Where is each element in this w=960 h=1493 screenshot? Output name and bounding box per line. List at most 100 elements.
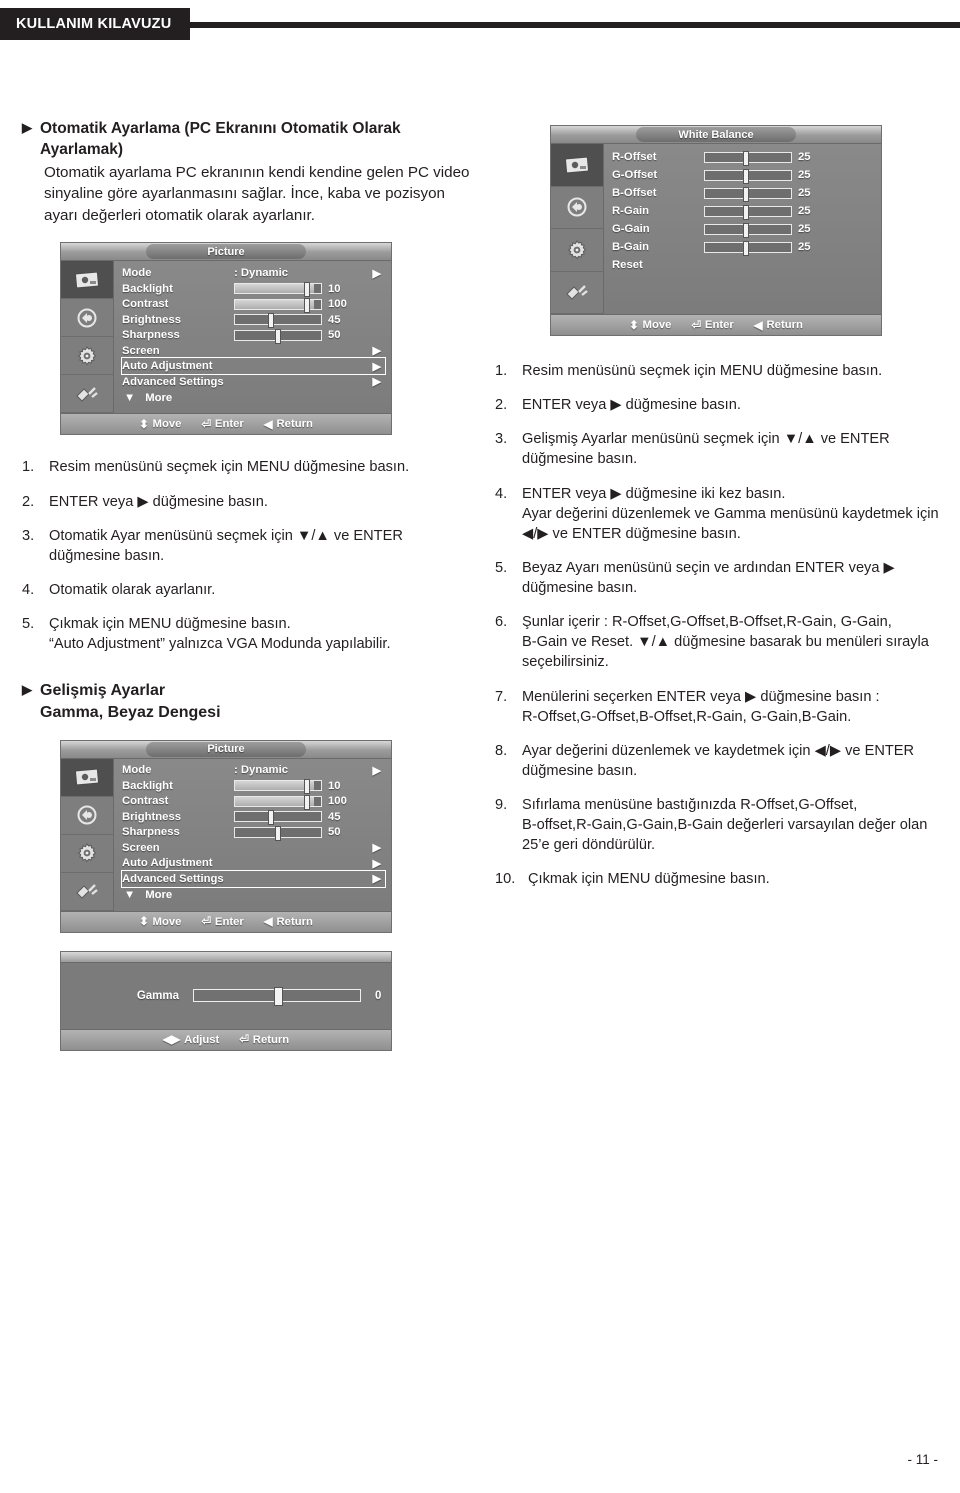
step-number: 1.	[495, 363, 508, 379]
footer-enter: ⏎ Enter	[201, 418, 244, 431]
osd-row-label: Screen	[122, 344, 160, 357]
osd-slider[interactable]	[234, 328, 322, 344]
white-balance-menu: White Balance R-Offset 25 G-Offset 25 B-…	[550, 125, 882, 336]
osd-row-contrast[interactable]: Contrast 100	[122, 296, 385, 313]
sidebar-item-input[interactable]	[61, 375, 113, 414]
step-number: 10.	[495, 871, 516, 888]
osd-more-row[interactable]: ▼ More	[122, 389, 385, 406]
list-item: 2. ENTER veya ▶ düğmesine basın.	[22, 492, 472, 512]
osd-row-brightness[interactable]: Brightness 45	[122, 809, 385, 826]
sidebar-item-picture[interactable]	[61, 758, 113, 797]
sidebar-item-setup[interactable]	[551, 229, 603, 272]
osd-row-b-offset[interactable]: B-Offset 25	[612, 184, 875, 202]
osd-row-screen[interactable]: Screen ▶	[122, 840, 385, 856]
osd-row-number: 25	[798, 205, 811, 217]
osd-row-sharpness[interactable]: Sharpness 50	[122, 825, 385, 841]
input-plug-icon	[76, 387, 98, 402]
sidebar-item-picture[interactable]	[551, 144, 603, 187]
osd-row-number: 25	[798, 223, 811, 235]
advanced-settings-subtitle: Gamma, Beyaz Dengesi	[40, 703, 221, 721]
osd-row-backlight[interactable]: Backlight 10	[122, 281, 385, 298]
sidebar-item-input[interactable]	[61, 873, 113, 911]
osd-row-sharpness[interactable]: Sharpness 50	[122, 327, 385, 344]
osd-slider[interactable]	[234, 825, 322, 841]
manual-title-tab: KULLANIM KILAVUZU	[0, 8, 190, 40]
osd-row-r-offset[interactable]: R-Offset 25	[612, 148, 875, 166]
chevron-right-icon: ▶	[372, 764, 381, 777]
osd-slider[interactable]	[704, 150, 792, 166]
osd-row-mode[interactable]: Mode : Dynamic ▶	[122, 763, 385, 779]
chevron-right-icon: ▶	[372, 857, 381, 870]
gamma-slider[interactable]	[193, 987, 361, 1007]
osd-slider[interactable]	[704, 168, 792, 184]
sound-icon	[77, 805, 97, 825]
chevron-right-icon: ▶	[372, 267, 381, 280]
sidebar-item-picture[interactable]	[61, 261, 113, 300]
osd-row-label: B-Gain	[612, 241, 650, 253]
footer-move: ⬍ Move	[139, 418, 182, 431]
step-number: 4.	[22, 581, 35, 598]
osd-slider[interactable]	[704, 240, 792, 256]
step-number: 3.	[495, 431, 508, 448]
step-text: ENTER veya ▶ düğmesine iki kez basın.	[522, 485, 786, 502]
osd-row-number: 100	[328, 298, 347, 311]
osd-row-number: 50	[328, 826, 341, 839]
osd-row-mode[interactable]: Mode : Dynamic ▶	[122, 265, 385, 281]
step-subtext: “Auto Adjustment” yalnızca VGA Modunda y…	[49, 636, 391, 653]
osd-row-label: Reset	[612, 259, 643, 271]
osd-row-auto-adjustment[interactable]: Auto Adjustment ▶	[122, 856, 385, 872]
osd-row-g-gain[interactable]: G-Gain 25	[612, 220, 875, 238]
footer-return: ◀ Return	[263, 915, 313, 929]
osd-row-brightness[interactable]: Brightness 45	[122, 312, 385, 329]
updown-icon: ⬍	[139, 916, 149, 929]
osd-row-g-offset[interactable]: G-Offset 25	[612, 166, 875, 184]
picture-icon	[75, 768, 99, 786]
gamma-value: 0	[375, 989, 382, 1002]
sidebar-item-setup[interactable]	[61, 835, 113, 873]
list-item: 3. Otomatik Ayar menüsünü seçmek için ▼/…	[22, 526, 472, 566]
osd-row-b-gain[interactable]: B-Gain 25	[612, 238, 875, 256]
osd-slider[interactable]	[234, 297, 322, 313]
step-text: Menülerini seçerken ENTER veya ▶ düğmesi…	[522, 688, 880, 705]
osd-slider[interactable]	[234, 779, 322, 795]
osd-more-row[interactable]: ▼ More	[122, 887, 385, 904]
sidebar-item-setup[interactable]	[61, 337, 113, 376]
osd-slider[interactable]	[234, 313, 322, 329]
step-number: 9.	[495, 797, 508, 813]
step-number: 5.	[495, 559, 508, 576]
step-text: Otomatik Ayar menüsünü seçmek için ▼/▲ v…	[49, 527, 403, 544]
osd-row-number: 10	[328, 779, 341, 792]
osd-slider[interactable]	[234, 794, 322, 810]
osd-slider[interactable]	[234, 282, 322, 298]
osd-slider[interactable]	[234, 810, 322, 826]
osd-row-advanced-settings[interactable]: Advanced Settings ▶	[121, 870, 386, 888]
osd-row-r-gain[interactable]: R-Gain 25	[612, 202, 875, 220]
sidebar-item-sound[interactable]	[551, 187, 603, 229]
sidebar-item-sound[interactable]	[61, 797, 113, 835]
footer-enter: ⏎ Enter	[691, 319, 734, 332]
osd-row-auto-adjustment[interactable]: Auto Adjustment ▶	[121, 357, 386, 375]
osd-row-contrast[interactable]: Contrast 100	[122, 794, 385, 810]
osd-slider[interactable]	[704, 204, 792, 220]
osd-row-screen[interactable]: Screen ▶	[122, 343, 385, 359]
osd-row-label: Brightness	[122, 313, 182, 326]
osd-row-advanced-settings[interactable]: Advanced Settings ▶	[122, 374, 385, 390]
list-item: 7. Menülerini seçerken ENTER veya ▶ düğm…	[495, 687, 945, 727]
osd-footer: ⬍ Move ⏎ Enter ◀ Return	[61, 910, 391, 932]
list-item: 3. Gelişmiş Ayarlar menüsünü seçmek için…	[495, 429, 945, 469]
sidebar-item-input[interactable]	[551, 272, 603, 314]
bullet-arrow-icon: ▶	[22, 682, 32, 698]
osd-row-number: 25	[798, 151, 811, 163]
osd-row-reset[interactable]: Reset	[612, 256, 875, 274]
bullet-arrow-icon: ▶	[22, 120, 32, 135]
footer-move: ⬍ Move	[629, 319, 672, 332]
osd-slider[interactable]	[704, 222, 792, 238]
step-number: 4.	[495, 485, 508, 502]
sidebar-item-sound[interactable]	[61, 299, 113, 338]
osd-row-value: : Dynamic	[234, 764, 288, 777]
list-item: 6. Şunlar içerir : R-Offset,G-Offset,B-O…	[495, 612, 945, 672]
osd-row-backlight[interactable]: Backlight 10	[122, 778, 385, 795]
osd-slider[interactable]	[704, 186, 792, 202]
input-plug-icon	[76, 884, 98, 899]
osd-row-label: Mode	[122, 267, 152, 280]
